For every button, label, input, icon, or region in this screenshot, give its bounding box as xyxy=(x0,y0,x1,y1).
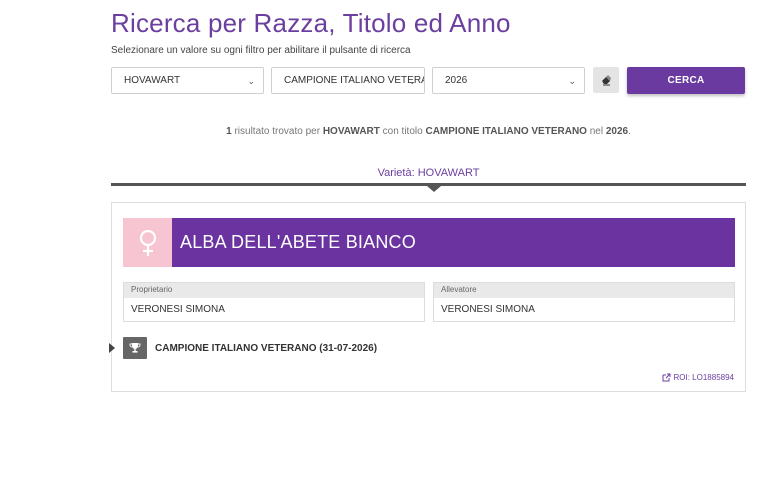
result-breed: HOVAWART xyxy=(322,126,380,137)
page-title: Ricerca per Razza, Titolo ed Anno xyxy=(111,8,511,38)
award-title[interactable]: CAMPIONE ITALIANO VETERANO (31-07-2026) xyxy=(155,343,377,354)
external-link-icon xyxy=(662,373,671,382)
trophy-badge xyxy=(123,337,147,359)
variety-tab[interactable]: Varietà: HOVAWART xyxy=(111,167,746,179)
year-select-value: 2026 xyxy=(445,75,468,86)
dog-name-bar: ALBA DELL'ABETE BIANCO xyxy=(123,218,735,267)
roi-number: ROI: LO1885894 xyxy=(673,373,734,382)
female-icon xyxy=(139,229,156,256)
chevron-down-icon: ⌄ xyxy=(408,76,416,86)
owner-value: VERONESI SIMONA xyxy=(131,304,225,315)
eraser-icon xyxy=(602,75,611,86)
owner-field: Proprietario VERONESI SIMONA xyxy=(123,282,425,322)
result-year: 2026 xyxy=(605,126,629,137)
expand-award-arrow-icon[interactable] xyxy=(109,343,115,353)
clear-filters-button[interactable] xyxy=(593,67,619,93)
breed-select[interactable]: HOVAWART ⌄ xyxy=(111,67,264,94)
page-subtitle: Selezionare un valore su ogni filtro per… xyxy=(111,45,411,56)
search-button[interactable]: CERCA xyxy=(627,67,745,94)
owner-label: Proprietario xyxy=(124,283,424,298)
breeder-field: Allevatore VERONESI SIMONA xyxy=(433,282,735,322)
trophy-icon xyxy=(129,343,141,353)
variety-indicator xyxy=(427,186,441,192)
dog-card: ALBA DELL'ABETE BIANCO Proprietario VERO… xyxy=(109,202,746,392)
year-select[interactable]: 2026 ⌄ xyxy=(432,67,585,94)
breeder-value: VERONESI SIMONA xyxy=(441,304,535,315)
chevron-down-icon: ⌄ xyxy=(247,76,255,86)
result-title: CAMPIONE ITALIANO VETERANO xyxy=(425,126,587,137)
sex-badge xyxy=(123,218,172,267)
title-select[interactable]: CAMPIONE ITALIANO VETERANO ⌄ xyxy=(271,67,425,94)
breed-select-value: HOVAWART xyxy=(124,75,181,86)
breeder-label: Allevatore xyxy=(434,283,734,298)
result-summary: 1 risultato trovato per HOVAWART con tit… xyxy=(226,126,631,137)
roi-link[interactable]: ROI: LO1885894 xyxy=(662,373,734,382)
title-select-value: CAMPIONE ITALIANO VETERANO xyxy=(284,75,424,86)
dog-name: ALBA DELL'ABETE BIANCO xyxy=(180,232,416,252)
chevron-down-icon: ⌄ xyxy=(568,76,576,86)
